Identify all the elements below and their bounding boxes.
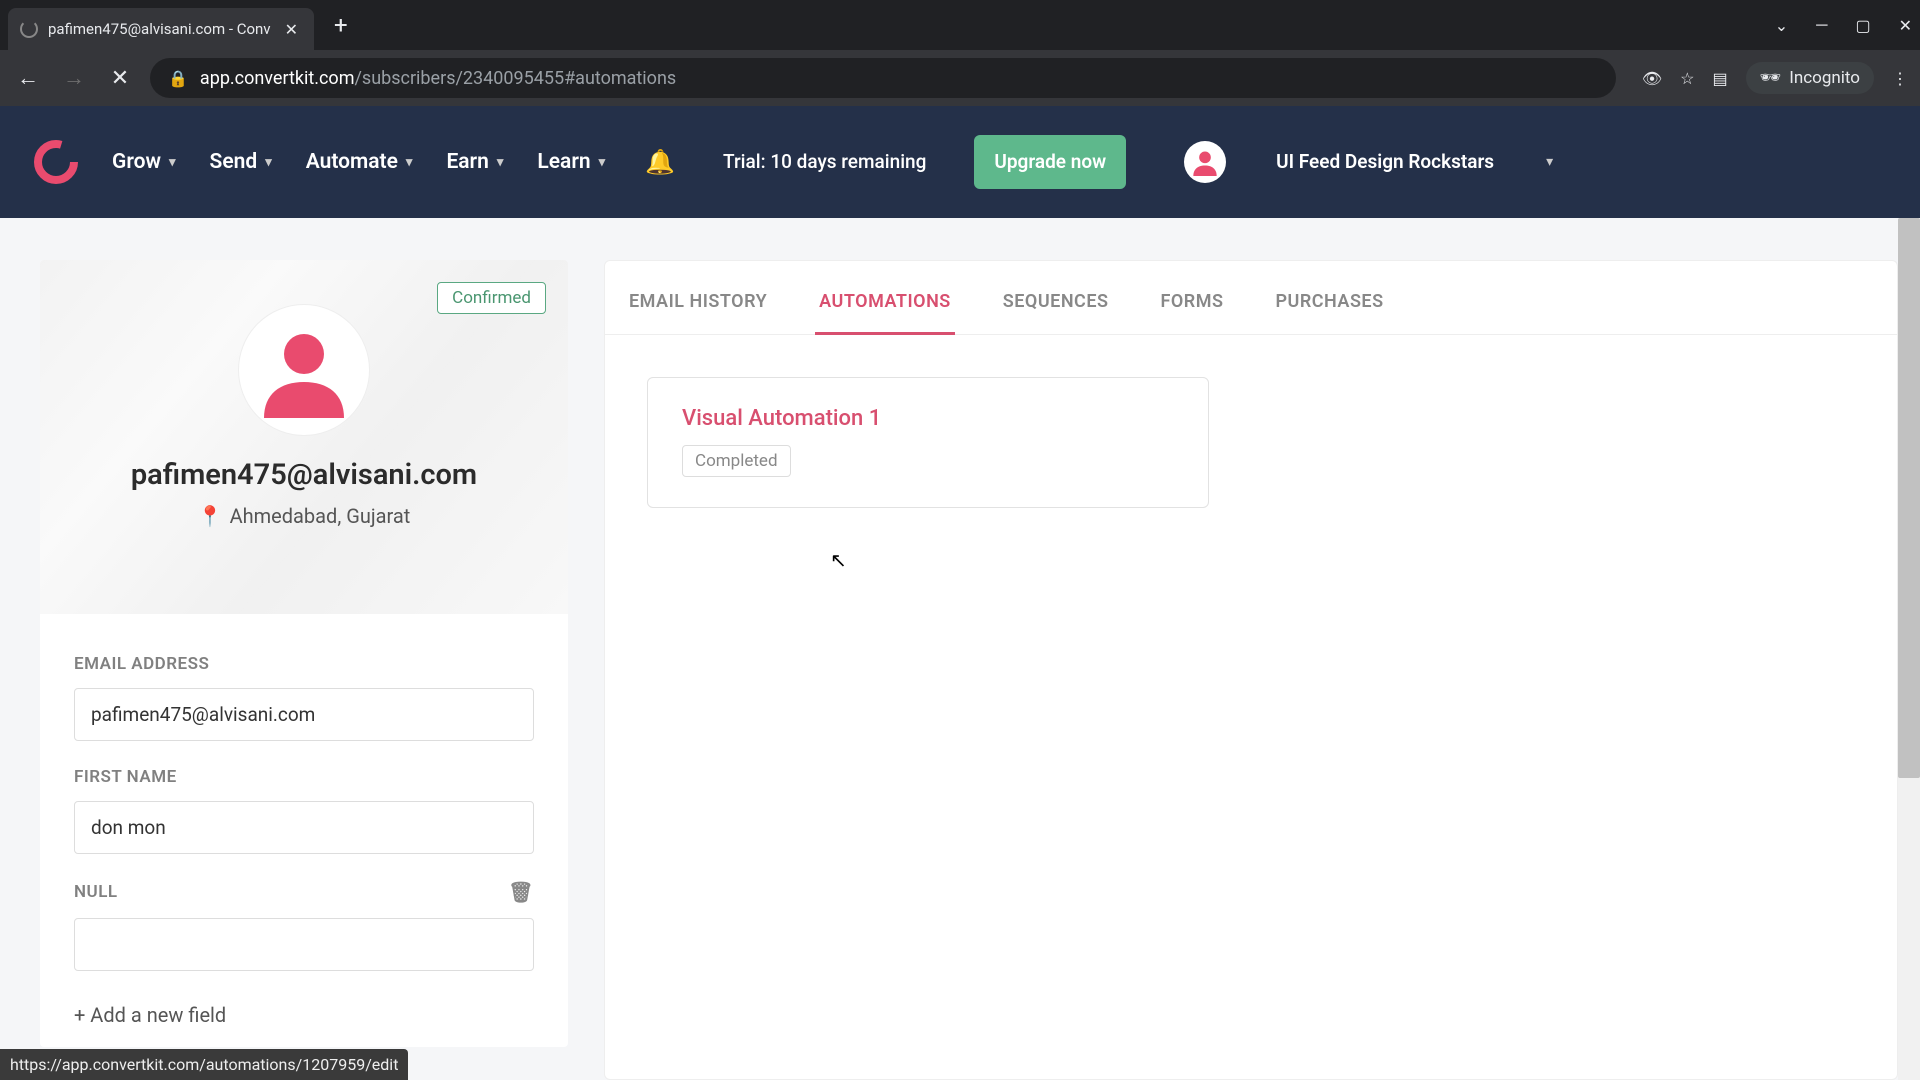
eye-off-icon[interactable]: 👁 — [1642, 69, 1662, 88]
browser-menu-icon[interactable]: ⋮ — [1892, 69, 1908, 88]
incognito-label: Incognito — [1789, 68, 1860, 88]
chevron-down-icon: ▾ — [406, 155, 413, 170]
delete-field-icon[interactable]: 🗑 — [508, 880, 534, 904]
nav-earn[interactable]: Earn ▾ — [446, 150, 503, 174]
address-bar[interactable]: 🔒 app.convertkit.com/subscribers/2340095… — [150, 58, 1616, 98]
minimize-icon[interactable]: ─ — [1816, 15, 1827, 35]
browser-toolbar: ← → ✕ 🔒 app.convertkit.com/subscribers/2… — [0, 50, 1920, 106]
maximize-icon[interactable]: ▢ — [1855, 16, 1870, 35]
tab-email-history[interactable]: EMAIL HISTORY — [625, 279, 771, 334]
incognito-icon: 🕶 — [1760, 68, 1782, 88]
email-field[interactable] — [74, 688, 534, 741]
vertical-scrollbar[interactable] — [1898, 218, 1920, 1080]
back-button[interactable]: ← — [12, 62, 44, 94]
tab-search-icon[interactable]: ⌄ — [1775, 16, 1788, 35]
firstname-label: FIRST NAME — [74, 767, 534, 787]
nav-label: Grow — [112, 150, 161, 174]
location-pin-icon: 📍 — [198, 504, 223, 528]
null-field[interactable] — [74, 918, 534, 971]
url-text: app.convertkit.com/subscribers/234009545… — [200, 68, 676, 89]
upgrade-button[interactable]: Upgrade now — [974, 135, 1126, 190]
main-panel: EMAIL HISTORY AUTOMATIONS SEQUENCES FORM… — [604, 260, 1898, 1080]
page-content: Confirmed pafimen475@alvisani.com 📍 Ahme… — [0, 218, 1920, 1080]
subscriber-sidebar: Confirmed pafimen475@alvisani.com 📍 Ahme… — [40, 260, 568, 1080]
bookmark-star-icon[interactable]: ☆ — [1680, 69, 1694, 88]
nav-automate[interactable]: Automate ▾ — [306, 150, 413, 174]
trial-status: Trial: 10 days remaining — [723, 149, 926, 176]
firstname-field[interactable] — [74, 801, 534, 854]
nav-label: Automate — [306, 150, 398, 174]
nav-learn[interactable]: Learn ▾ — [537, 150, 605, 174]
account-name[interactable]: UI Feed Design Rockstars — [1276, 149, 1494, 176]
nav-label: Learn — [537, 150, 590, 174]
profile-map-background: Confirmed pafimen475@alvisani.com 📍 Ahme… — [40, 260, 568, 614]
automation-status-badge: Completed — [682, 445, 791, 477]
automation-title: Visual Automation 1 — [682, 406, 1174, 431]
chevron-down-icon: ▾ — [169, 155, 176, 170]
window-controls: ⌄ ─ ▢ ✕ — [1775, 15, 1912, 35]
tabs-row: EMAIL HISTORY AUTOMATIONS SEQUENCES FORM… — [605, 261, 1897, 335]
email-label: EMAIL ADDRESS — [74, 654, 534, 674]
tab-purchases[interactable]: PURCHASES — [1271, 279, 1387, 334]
nav-send[interactable]: Send ▾ — [210, 150, 272, 174]
subscriber-email: pafimen475@alvisani.com — [40, 458, 568, 492]
loading-spinner-icon — [20, 20, 38, 38]
null-label-text: NULL — [74, 882, 118, 902]
automation-card[interactable]: Visual Automation 1 Completed — [647, 377, 1209, 508]
status-badge: Confirmed — [437, 282, 546, 314]
notifications-bell-icon[interactable]: 🔔 — [645, 148, 675, 176]
close-tab-icon[interactable]: ✕ — [281, 16, 302, 43]
stop-reload-button[interactable]: ✕ — [104, 62, 136, 94]
chevron-down-icon: ▾ — [497, 155, 504, 170]
new-tab-button[interactable]: + — [334, 11, 348, 39]
chevron-down-icon: ▾ — [265, 155, 272, 170]
close-window-icon[interactable]: ✕ — [1899, 16, 1912, 35]
incognito-badge[interactable]: 🕶 Incognito — [1746, 62, 1874, 94]
convertkit-logo[interactable] — [34, 140, 78, 184]
tab-forms[interactable]: FORMS — [1156, 279, 1227, 334]
scrollbar-thumb[interactable] — [1898, 218, 1920, 778]
side-panel-icon[interactable]: ▤ — [1713, 69, 1728, 88]
browser-tab[interactable]: pafimen475@alvisani.com - Conv ✕ — [8, 8, 314, 50]
avatar — [238, 304, 370, 436]
tab-title: pafimen475@alvisani.com - Conv — [48, 20, 271, 38]
chevron-down-icon: ▾ — [599, 155, 606, 170]
chevron-down-icon[interactable]: ▾ — [1546, 154, 1553, 170]
lock-icon: 🔒 — [168, 69, 188, 88]
page-viewport: Grow ▾ Send ▾ Automate ▾ Earn ▾ Learn ▾ 🔔 Tri… — [0, 106, 1920, 1080]
nav-grow[interactable]: Grow ▾ — [112, 150, 176, 174]
tab-automations[interactable]: AUTOMATIONS — [815, 279, 955, 335]
browser-status-bar: https://app.convertkit.com/automations/1… — [0, 1049, 408, 1080]
tab-sequences[interactable]: SEQUENCES — [999, 279, 1113, 334]
nav-label: Earn — [446, 150, 488, 174]
account-avatar[interactable] — [1184, 141, 1226, 183]
subscriber-fields: EMAIL ADDRESS FIRST NAME NULL 🗑 + Add a … — [40, 614, 568, 1027]
null-field-label: NULL 🗑 — [74, 880, 534, 904]
nav-label: Send — [210, 150, 258, 174]
add-field-button[interactable]: + Add a new field — [74, 1003, 534, 1027]
profile-card: Confirmed pafimen475@alvisani.com 📍 Ahme… — [40, 260, 568, 1047]
forward-button[interactable]: → — [58, 62, 90, 94]
location-text: Ahmedabad, Gujarat — [230, 504, 411, 528]
app-header: Grow ▾ Send ▾ Automate ▾ Earn ▾ Learn ▾ 🔔 Tri… — [0, 106, 1920, 218]
browser-tab-strip: pafimen475@alvisani.com - Conv ✕ + ⌄ ─ ▢… — [0, 0, 1920, 50]
subscriber-location: 📍 Ahmedabad, Gujarat — [40, 504, 568, 528]
